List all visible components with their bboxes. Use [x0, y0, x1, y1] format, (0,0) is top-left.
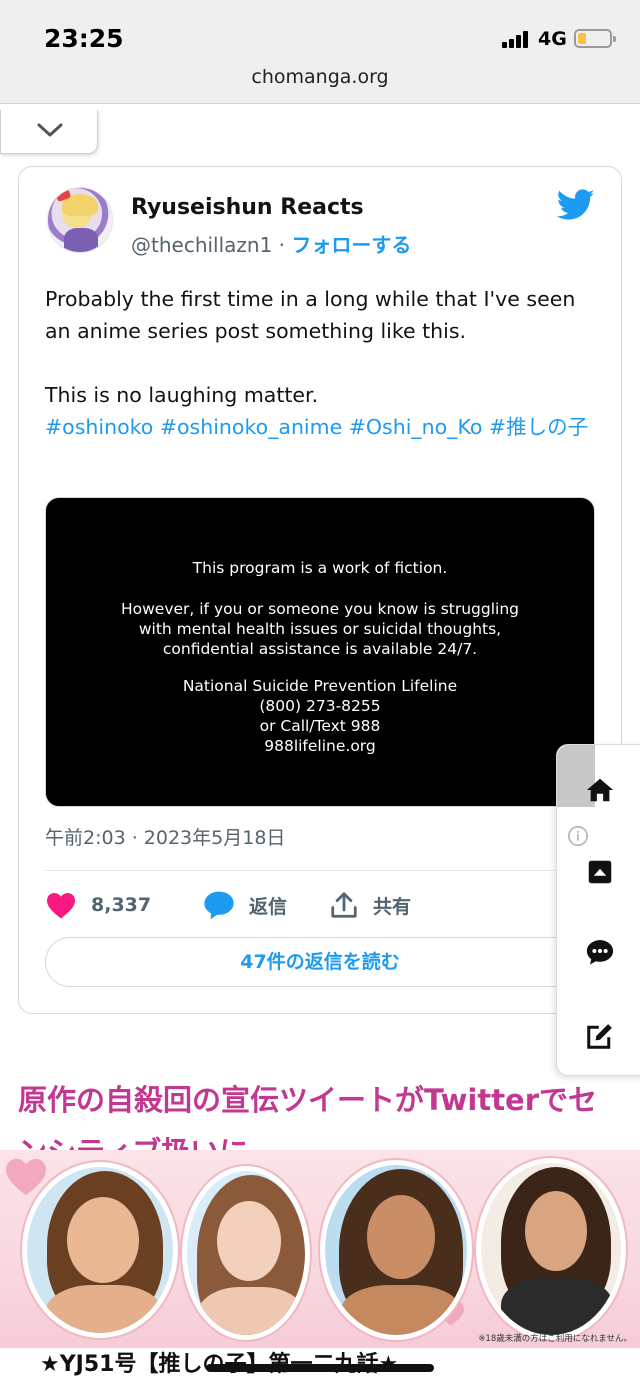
scroll-top-icon[interactable]	[585, 857, 615, 887]
tweet-text: Probably the first time in a long while …	[45, 283, 597, 443]
tweet-text-line: This is no laughing matter.	[45, 383, 319, 407]
collapse-tab[interactable]	[0, 110, 98, 154]
floating-side-panel	[556, 744, 640, 1076]
ad-photo	[182, 1166, 310, 1340]
read-replies-button[interactable]: 47件の返信を読む	[45, 937, 595, 987]
url-bar[interactable]: chomanga.org	[0, 66, 640, 88]
tweet-timestamp[interactable]: 午前2:03 · 2023年5月18日	[45, 823, 285, 850]
share-icon	[331, 892, 357, 918]
tweet-media-image[interactable]: This program is a work of fiction. Howev…	[45, 497, 595, 807]
media-text-line: or Call/Text 988	[259, 717, 381, 735]
reply-bubble-icon	[204, 891, 234, 920]
tweet-embed: Ryuseishun Reacts @thechillazn1 · フォローする…	[18, 166, 622, 1014]
handle-separator: ·	[272, 233, 292, 257]
ad-photo	[476, 1158, 626, 1340]
like-button[interactable]: 8,337	[45, 883, 151, 927]
media-text-line: (800) 273-8255	[259, 697, 381, 715]
tweet-handle[interactable]: @thechillazn1	[131, 233, 272, 257]
tweet-display-name[interactable]: Ryuseishun Reacts	[131, 195, 364, 220]
home-icon[interactable]	[585, 775, 615, 805]
media-text-line: with mental health issues or suicidal th…	[138, 620, 502, 638]
media-text-line: confidential assistance is available 24/…	[162, 640, 478, 658]
browser-chrome: 23:25 4G chomanga.org	[0, 0, 640, 104]
heart-icon	[47, 893, 75, 919]
info-icon[interactable]	[567, 825, 589, 847]
ad-photo	[22, 1162, 178, 1338]
reply-button[interactable]: 返信	[203, 883, 287, 927]
bottom-article-title[interactable]: ★YJ51号【推しの子】第一二九話★	[40, 1346, 398, 1378]
tweet-handle-row: @thechillazn1 · フォローする	[131, 229, 411, 258]
ad-photo	[320, 1160, 472, 1340]
home-indicator[interactable]	[206, 1364, 434, 1372]
share-button[interactable]: 共有	[329, 883, 411, 927]
media-text-line: National Suicide Prevention Lifeline	[182, 677, 458, 695]
battery-icon	[574, 29, 616, 48]
status-time: 23:25	[44, 24, 124, 53]
edit-icon[interactable]	[585, 1021, 615, 1051]
ad-banner[interactable]: ※18歳未満の方はご利用になれません。	[0, 1150, 640, 1348]
signal-icon	[502, 30, 530, 48]
network-type: 4G	[538, 28, 567, 50]
follow-link[interactable]: フォローする	[291, 233, 411, 257]
chevron-down-icon	[37, 123, 63, 137]
tweet-actions: 8,337 返信 共有	[45, 883, 595, 927]
like-count: 8,337	[91, 894, 152, 916]
media-text-line: However, if you or someone you know is s…	[120, 600, 520, 618]
tweet-hashtags[interactable]: #oshinoko #oshinoko_anime #Oshi_no_Ko #推…	[45, 411, 597, 443]
comment-icon[interactable]	[585, 937, 615, 967]
ad-disclaimer: ※18歳未満の方はご利用になれません。	[478, 1334, 632, 1344]
media-text-line: This program is a work of fiction.	[192, 559, 448, 577]
avatar[interactable]	[47, 187, 113, 253]
share-label: 共有	[373, 895, 412, 918]
divider	[45, 870, 595, 871]
tweet-text-line: Probably the first time in a long while …	[45, 287, 576, 343]
twitter-bird-icon[interactable]	[557, 189, 595, 221]
reply-label: 返信	[249, 895, 288, 918]
media-text-line: 988lifeline.org	[264, 737, 376, 755]
